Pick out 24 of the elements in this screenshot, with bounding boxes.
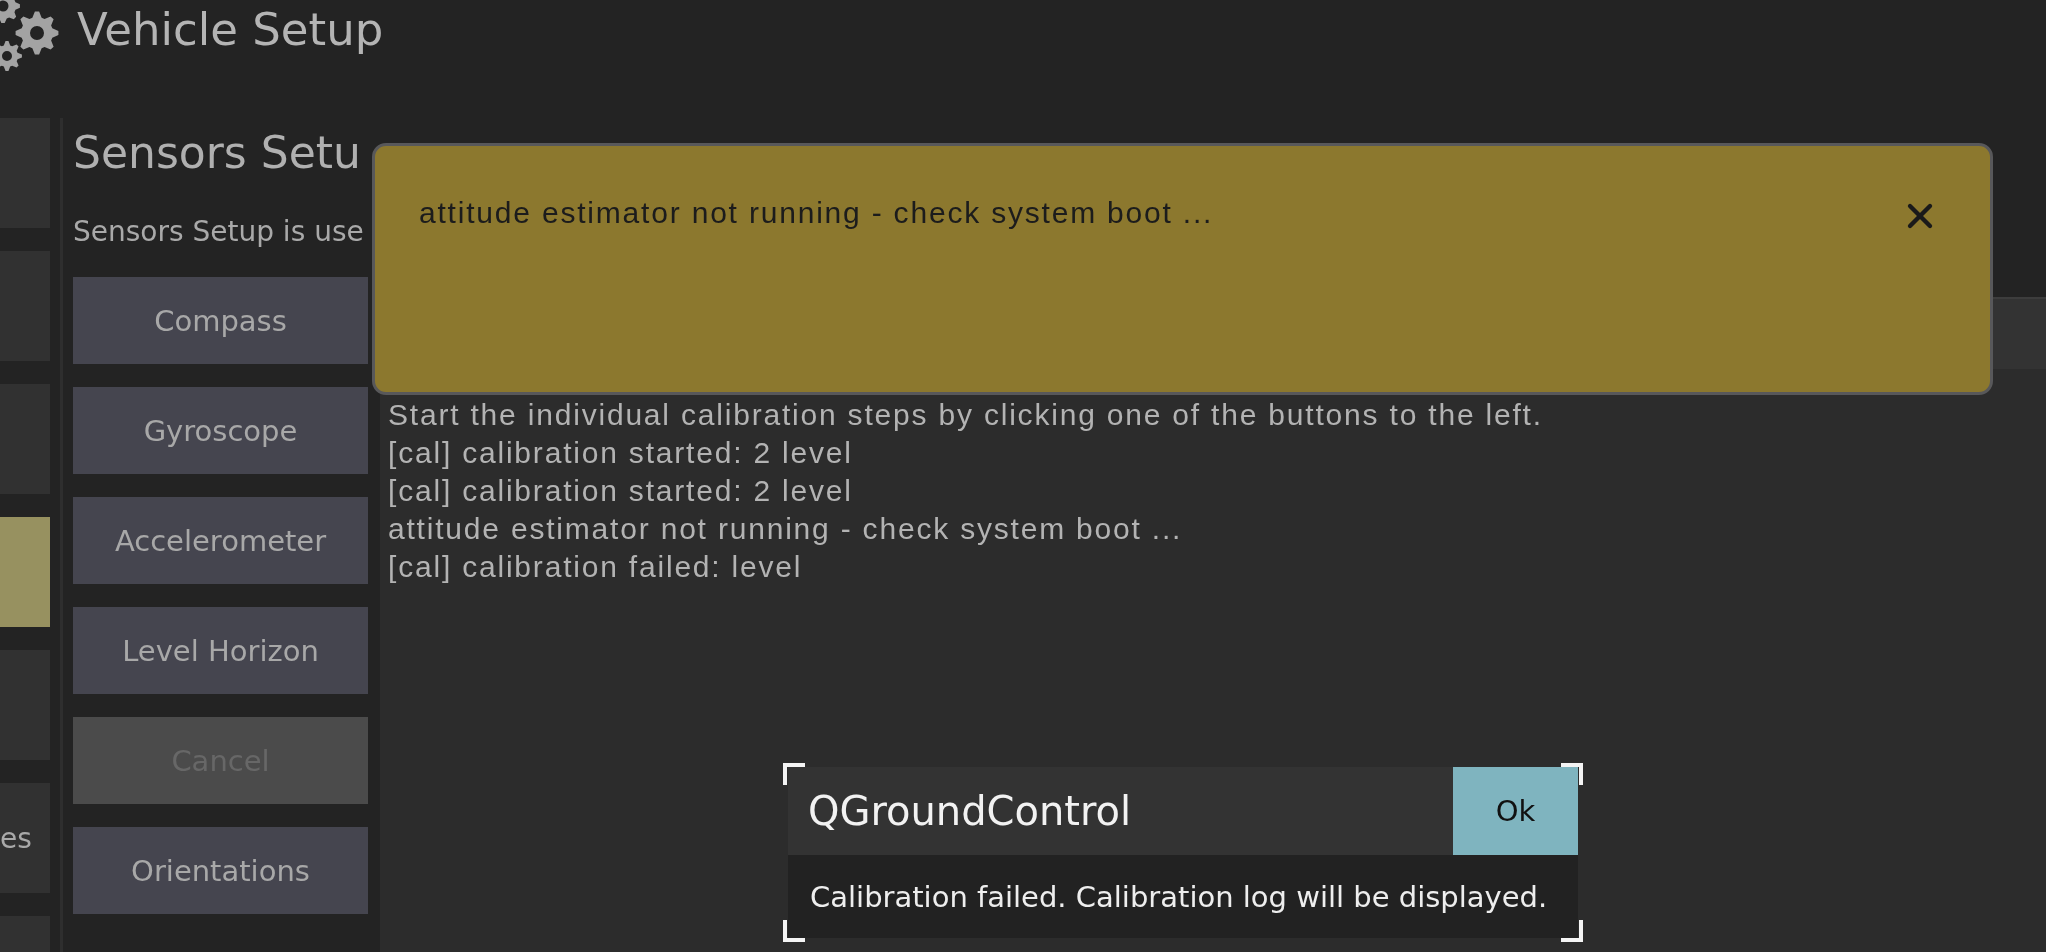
log-line: [cal] calibration started: 2 level	[388, 435, 853, 471]
corner-bracket-icon	[783, 920, 805, 942]
sidebar-item[interactable]	[0, 517, 50, 627]
dialog-message: Calibration failed. Calibration log will be displayed.	[810, 878, 1548, 915]
corner-bracket-icon	[1561, 920, 1583, 942]
log-line: [cal] calibration failed: level	[388, 549, 803, 585]
section-title: Sensors Setu	[73, 128, 361, 178]
log-line: Start the individual calibration steps by clicking one of the buttons to the left.	[388, 397, 1543, 433]
notification-message: attitude estimator not running - check system boot ...	[419, 196, 1214, 230]
calibration-button[interactable]: Level Horizon	[73, 607, 368, 694]
log-line: [cal] calibration started: 2 level	[388, 473, 853, 509]
ok-button[interactable]: Ok	[1453, 767, 1578, 855]
gears-icon	[0, 0, 60, 74]
calibration-button[interactable]: Orientations	[73, 827, 368, 914]
calibration-button[interactable]: Accelerometer	[73, 497, 368, 584]
corner-bracket-icon	[783, 763, 805, 785]
dialog-title: QGroundControl	[808, 787, 1132, 835]
sidebar-item[interactable]: es	[0, 783, 50, 893]
page-title: Vehicle Setup	[77, 2, 384, 58]
corner-bracket-icon	[1561, 763, 1583, 785]
calibration-button[interactable]: Gyroscope	[73, 387, 368, 474]
calibration-button[interactable]: Compass	[73, 277, 368, 364]
section-description: Sensors Setup is use	[73, 215, 364, 249]
log-line: attitude estimator not running - check system boot ...	[388, 511, 1183, 547]
